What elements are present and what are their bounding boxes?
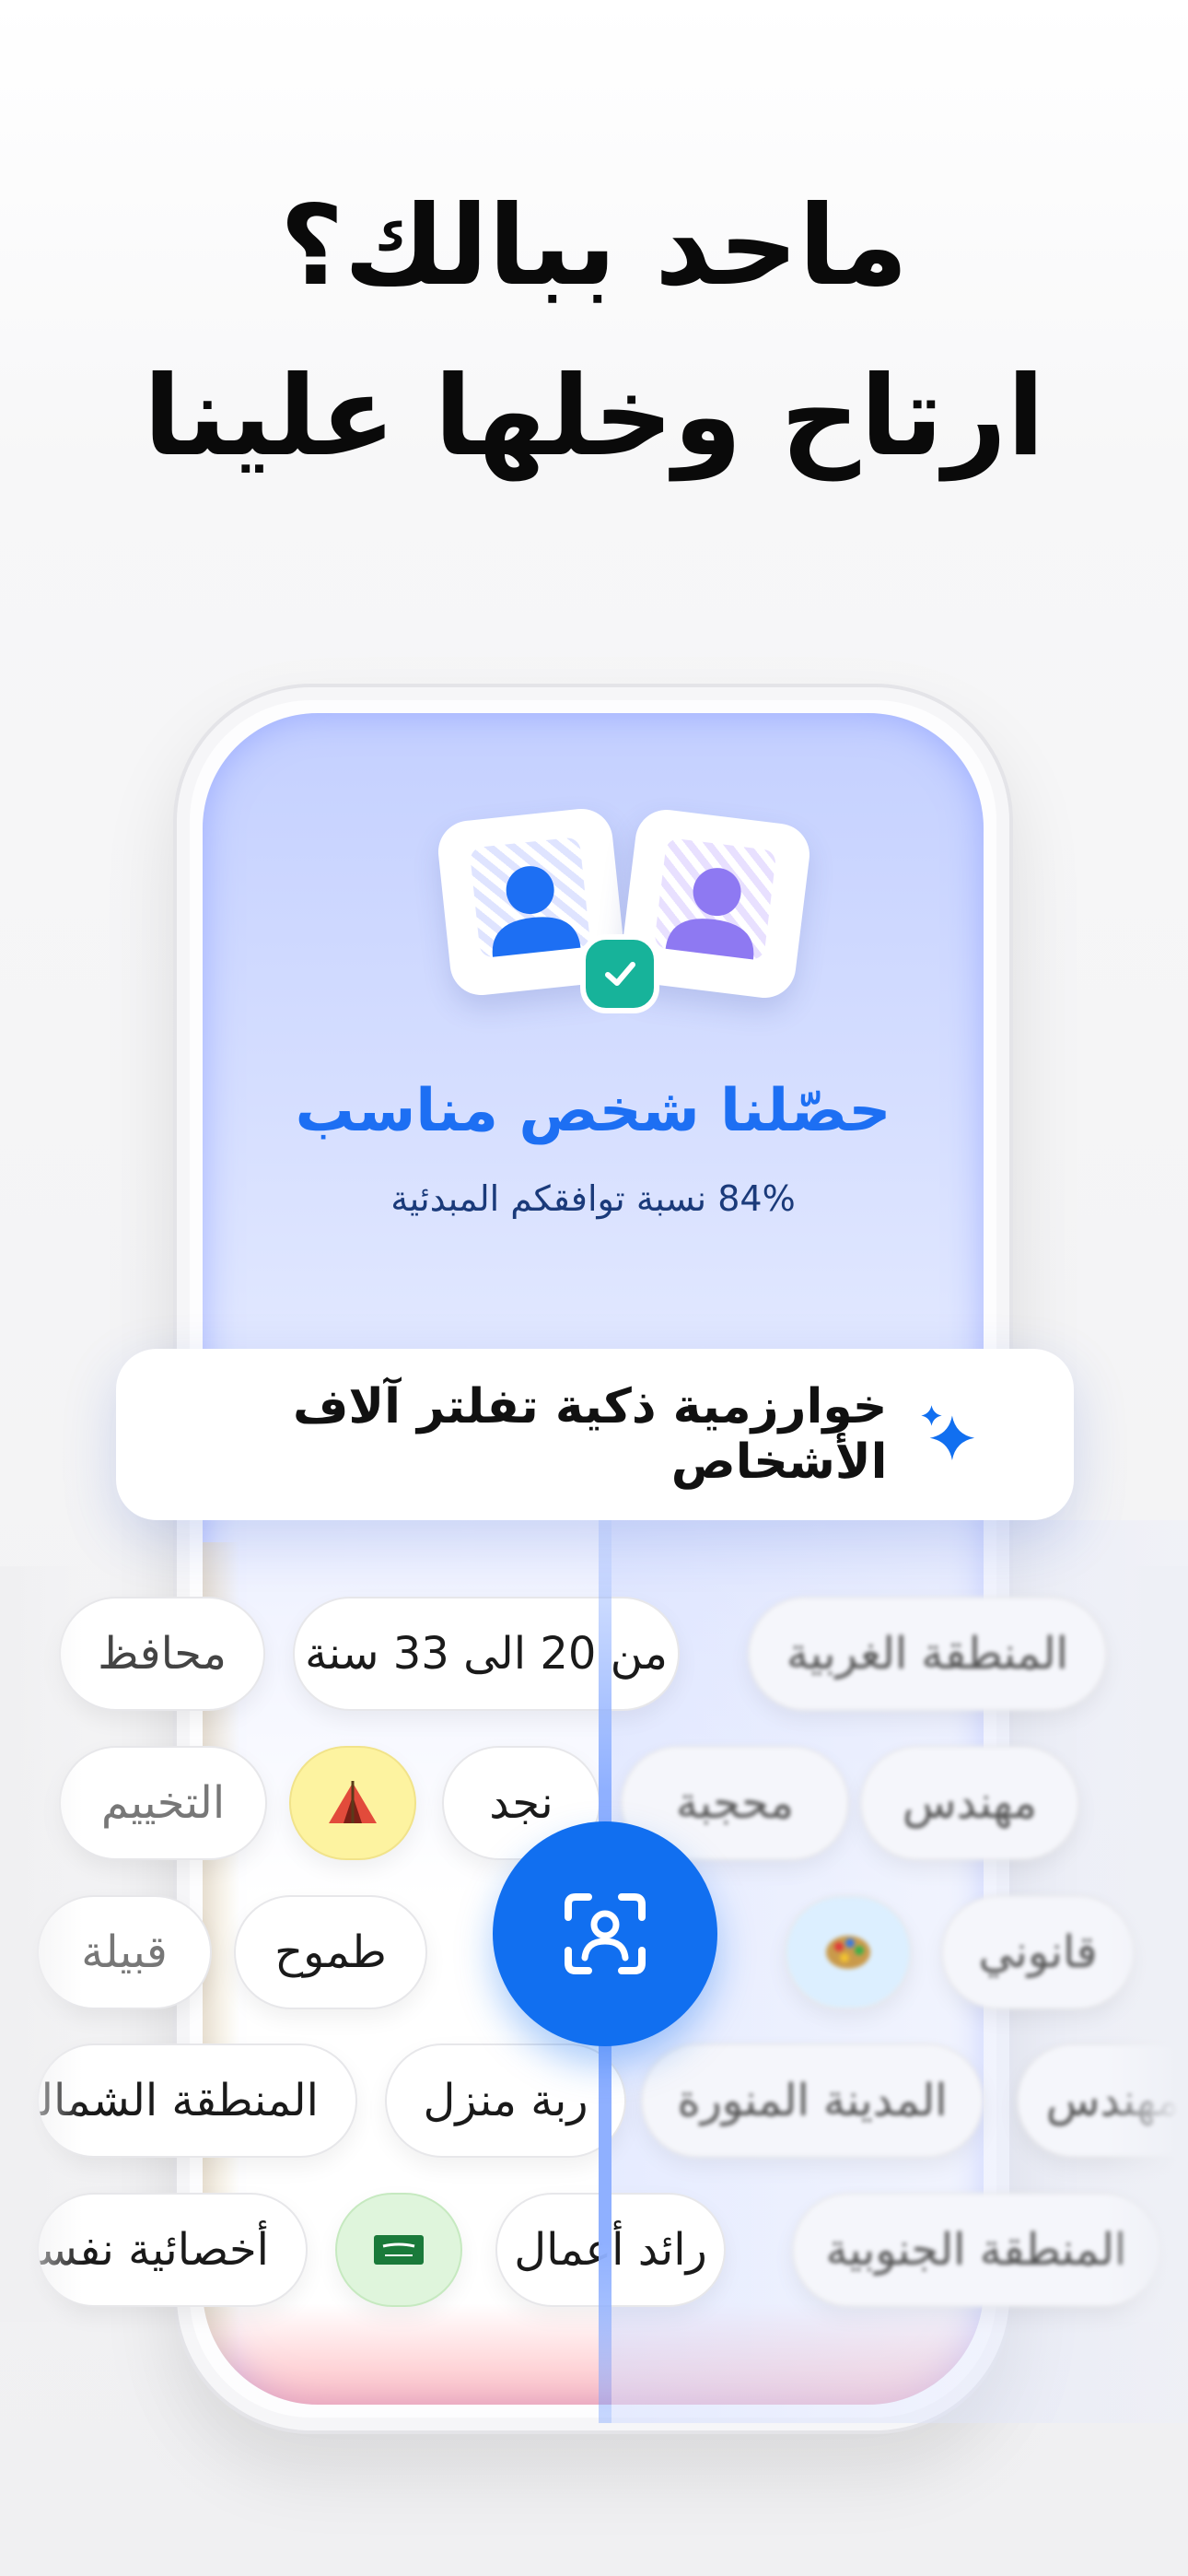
headline: ماحد ببالك؟ ارتاح وخلها علينا: [0, 161, 1188, 502]
chip-flag[interactable]: [335, 2193, 462, 2307]
sparkle-icon: [921, 1405, 975, 1460]
match-title: حصّلنا شخص مناسب: [295, 1077, 891, 1145]
right-edge-fade: [1105, 1566, 1188, 2322]
match-subtitle: 84% نسبة توافقكم المبدئية: [390, 1178, 796, 1219]
chip-tent[interactable]: [289, 1746, 416, 1860]
chip-age-range[interactable]: من 20 الى 33 سنة: [293, 1597, 680, 1711]
palette-icon: [826, 1936, 870, 1969]
chip-western-region[interactable]: المنطقة الغربية: [748, 1597, 1107, 1711]
chip-northern-region[interactable]: المنطقة الشمالية: [37, 2043, 357, 2158]
algorithm-text: خوارزمية ذكية تفلتر آلاف الأشخاص: [292, 1379, 888, 1490]
match-profile-cards: [435, 805, 813, 1036]
tent-icon: [329, 1781, 377, 1823]
chip-conservative[interactable]: محافظ: [59, 1597, 265, 1711]
left-edge-fade: [0, 1566, 83, 2322]
headline-line-1: ماحد ببالك؟: [279, 182, 909, 310]
chip-housewife[interactable]: ربة منزل: [385, 2043, 626, 2158]
face-scan-button[interactable]: [493, 1821, 717, 2046]
chip-palette[interactable]: [785, 1895, 912, 2009]
saudi-flag-icon: [374, 2235, 424, 2265]
chip-camping[interactable]: التخييم: [59, 1746, 267, 1860]
match-check-badge: [580, 934, 659, 1013]
headline-line-2: ارتاح وخلها علينا: [143, 353, 1045, 481]
face-scan-icon: [565, 1893, 646, 1974]
chip-ambitious[interactable]: طموح: [234, 1895, 427, 2009]
algorithm-card: خوارزمية ذكية تفلتر آلاف الأشخاص: [116, 1349, 1074, 1520]
chip-madinah[interactable]: المدينة المنورة: [641, 2043, 984, 2158]
chip-engineer[interactable]: مهندس: [860, 1746, 1079, 1860]
check-icon: [605, 962, 635, 986]
